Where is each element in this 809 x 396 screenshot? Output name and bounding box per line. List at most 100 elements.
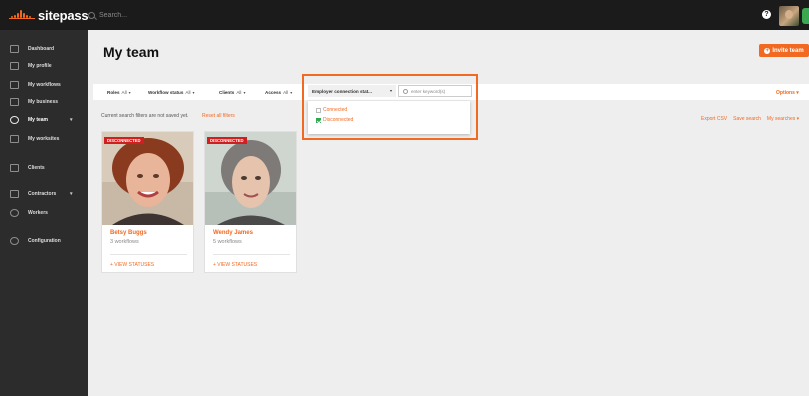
truck-icon xyxy=(10,190,19,198)
keyword-search[interactable] xyxy=(398,85,472,97)
search-actions: Export CSV Save search My searches ▾ xyxy=(701,116,799,122)
logo-bars-icon xyxy=(9,9,35,21)
sidebar-item-label: Clients xyxy=(28,165,45,171)
option-disconnected[interactable]: Disconnected xyxy=(316,117,353,123)
sidebar-item-clients[interactable]: Clients xyxy=(0,161,88,175)
sidebar-item-label: My workflows xyxy=(28,82,61,88)
chevron-down-icon: ▾ xyxy=(70,117,73,123)
options-dropdown[interactable]: Options ▾ xyxy=(776,90,799,96)
briefcase-icon xyxy=(10,98,19,106)
member-photo: DISCONNECTED xyxy=(205,132,296,225)
filter-label: Clients xyxy=(219,89,235,95)
status-badge: DISCONNECTED xyxy=(207,137,247,144)
sidebar-item-label: Workers xyxy=(28,210,48,216)
filter-value: All xyxy=(236,89,242,95)
help-icon[interactable]: ? xyxy=(762,10,771,19)
unsaved-filters-notice: Current search filters are not saved yet… xyxy=(101,113,189,119)
home-icon xyxy=(10,45,19,53)
filter-label: Employer connection stat... xyxy=(312,88,372,94)
view-statuses-link[interactable]: + VIEW STATUSES xyxy=(213,262,257,268)
chevron-down-icon: ▾ xyxy=(290,89,293,95)
search-icon xyxy=(403,88,408,94)
global-search[interactable] xyxy=(88,8,778,22)
workflow-icon xyxy=(10,81,19,89)
checkbox-unchecked[interactable] xyxy=(316,107,321,113)
status-badge: DISCONNECTED xyxy=(104,137,144,144)
filter-value: All xyxy=(283,89,289,95)
option-label: Connected xyxy=(323,107,348,113)
filter-clients[interactable]: Clients All ▾ xyxy=(219,88,245,96)
sitepass-logo[interactable]: sitepass xyxy=(9,7,89,23)
top-bar: sitepass ? xyxy=(0,0,809,30)
checkbox-checked[interactable] xyxy=(316,117,321,123)
member-workflows: 3 workflows xyxy=(110,239,139,245)
sidebar-item-label: Configuration xyxy=(28,238,61,244)
export-csv-link[interactable]: Export CSV xyxy=(701,116,727,122)
filter-label: Roles xyxy=(107,89,120,95)
filter-employer-connection[interactable]: Employer connection stat... ▾ xyxy=(308,85,396,97)
filter-label: Access xyxy=(265,89,282,95)
sidebar-item-my-team[interactable]: My team ▾ xyxy=(0,113,88,127)
online-status-indicator xyxy=(802,8,809,24)
gear-icon xyxy=(10,237,19,245)
connection-options-menu: Connected Disconnected xyxy=(308,101,470,134)
my-searches-dropdown[interactable]: My searches ▾ xyxy=(767,116,799,122)
plus-circle-icon: + xyxy=(764,47,771,54)
member-photo: DISCONNECTED xyxy=(102,132,193,225)
user-avatar[interactable] xyxy=(779,6,799,26)
options-label: Options xyxy=(776,90,795,96)
search-icon xyxy=(88,11,95,19)
sidebar-item-label: Dashboard xyxy=(28,46,55,52)
chevron-down-icon: ▾ xyxy=(128,89,131,95)
save-search-link[interactable]: Save search xyxy=(733,116,761,122)
sidebar-item-dashboard[interactable]: Dashboard xyxy=(0,42,88,56)
filter-access[interactable]: Access All ▾ xyxy=(265,88,292,96)
sidebar-item-label: My profile xyxy=(28,63,52,69)
sidebar-item-contractors[interactable]: Contractors ▾ xyxy=(0,187,88,201)
map-icon xyxy=(10,135,19,143)
my-searches-label: My searches xyxy=(766,116,796,122)
worker-icon xyxy=(10,209,19,217)
id-card-icon xyxy=(10,62,19,70)
filter-label: Workflow status xyxy=(148,89,184,95)
chevron-down-icon: ▾ xyxy=(70,191,73,197)
global-search-input[interactable] xyxy=(99,11,399,19)
chevron-down-icon: ▾ xyxy=(192,89,195,95)
filter-value: All xyxy=(121,89,127,95)
building-icon xyxy=(10,164,19,172)
view-statuses-link[interactable]: + VIEW STATUSES xyxy=(110,262,154,268)
option-connected[interactable]: Connected xyxy=(316,107,347,113)
sidebar-item-label: My worksites xyxy=(28,136,60,142)
chevron-down-icon: ▾ xyxy=(796,90,799,96)
reset-filters-link[interactable]: Reset all filters xyxy=(202,113,235,119)
sidebar-item-label: Contractors xyxy=(28,191,57,197)
sidebar-item-configuration[interactable]: Configuration xyxy=(0,234,88,248)
logo-text: sitepass xyxy=(38,7,89,23)
keyword-input[interactable] xyxy=(411,88,467,94)
divider xyxy=(213,254,290,255)
sidebar-item-my-worksites[interactable]: My worksites xyxy=(0,132,88,146)
sidebar-item-my-profile[interactable]: My profile xyxy=(0,59,88,73)
chevron-down-icon: ▾ xyxy=(243,89,246,95)
page-title: My team xyxy=(103,44,160,60)
divider xyxy=(110,254,187,255)
sidebar-item-label: My team xyxy=(28,117,49,123)
option-label: Disconnected xyxy=(323,117,354,123)
invite-team-label: Invite team xyxy=(772,47,804,54)
member-card[interactable]: DISCONNECTED Betsy Buggs 3 workflows + V… xyxy=(101,131,194,273)
filter-workflow-status[interactable]: Workflow status All ▾ xyxy=(148,88,195,96)
member-name[interactable]: Betsy Buggs xyxy=(110,230,147,236)
sidebar-item-workers[interactable]: Workers xyxy=(0,206,88,220)
chevron-down-icon: ▾ xyxy=(389,88,392,93)
filter-roles[interactable]: Roles All ▾ xyxy=(107,88,131,96)
sidebar-item-label: My business xyxy=(28,99,59,105)
member-name[interactable]: Wendy James xyxy=(213,230,253,236)
member-workflows: 5 workflows xyxy=(213,239,242,245)
team-icon xyxy=(10,116,19,124)
sidebar: Dashboard My profile My workflows My bus… xyxy=(0,30,88,396)
member-card[interactable]: DISCONNECTED Wendy James 5 workflows + V… xyxy=(204,131,297,273)
invite-team-button[interactable]: + Invite team xyxy=(759,44,809,57)
filter-value: All xyxy=(185,89,191,95)
sidebar-item-my-business[interactable]: My business xyxy=(0,95,88,109)
sidebar-item-my-workflows[interactable]: My workflows xyxy=(0,78,88,92)
